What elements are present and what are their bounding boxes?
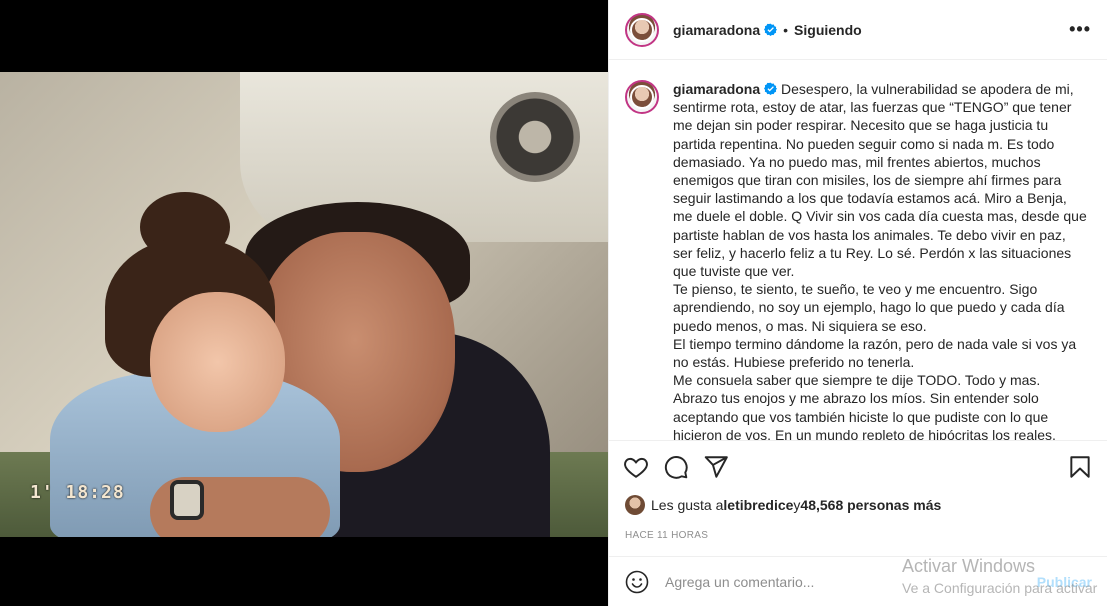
bookmark-icon (1070, 455, 1090, 478)
header-separator: • (783, 21, 789, 38)
post-header: giamaradona • Siguiendo ••• (609, 0, 1107, 60)
liker-username[interactable]: letibredice (723, 497, 793, 513)
caption-text-block: giamaradona Desespero, la vulnerabilidad… (673, 80, 1088, 440)
photo-date-stamp: 1' 18:28 (30, 482, 125, 503)
liker-avatar[interactable] (625, 495, 645, 515)
post-media: 1' 18:28 (0, 0, 608, 606)
post-photo[interactable]: 1' 18:28 (0, 72, 608, 537)
likes-summary: Les gusta a letibredice y 48,568 persona… (609, 492, 1107, 518)
heart-icon (624, 457, 648, 478)
verified-badge-icon (764, 23, 778, 36)
following-button[interactable]: Siguiendo (794, 22, 862, 38)
share-button[interactable] (703, 454, 729, 480)
likes-prefix: Les gusta a (651, 497, 724, 513)
comment-input[interactable] (665, 573, 965, 590)
comment-bubble-icon (664, 455, 688, 479)
photo-watch (170, 480, 204, 520)
photo-girl-face (150, 292, 285, 432)
caption-section: giamaradona Desespero, la vulnerabilidad… (609, 60, 1107, 440)
comment-button[interactable] (663, 454, 689, 480)
profile-avatar[interactable] (625, 12, 659, 47)
photo-car-wheel (490, 92, 580, 182)
caption-avatar[interactable] (625, 80, 659, 114)
caption-username[interactable]: giamaradona (673, 81, 760, 97)
paper-plane-icon (704, 455, 728, 478)
like-button[interactable] (623, 454, 649, 480)
save-button[interactable] (1067, 454, 1093, 480)
more-options-icon[interactable]: ••• (1069, 19, 1091, 40)
publish-button[interactable]: Publicar (1037, 574, 1092, 590)
header-username[interactable]: giamaradona (673, 22, 760, 38)
likes-middle: y (793, 497, 801, 513)
caption-verified-badge-icon (764, 82, 778, 95)
post-timestamp[interactable]: HACE 11 HORAS (609, 518, 1107, 558)
likes-count[interactable]: 48,568 personas más (800, 497, 941, 513)
emoji-icon[interactable] (625, 570, 649, 594)
post-details-panel: giamaradona • Siguiendo ••• giamaradona … (608, 0, 1107, 606)
comment-bar: Publicar (609, 556, 1107, 606)
action-bar (609, 440, 1107, 492)
caption-body: Desespero, la vulnerabilidad se apodera … (673, 81, 1087, 440)
